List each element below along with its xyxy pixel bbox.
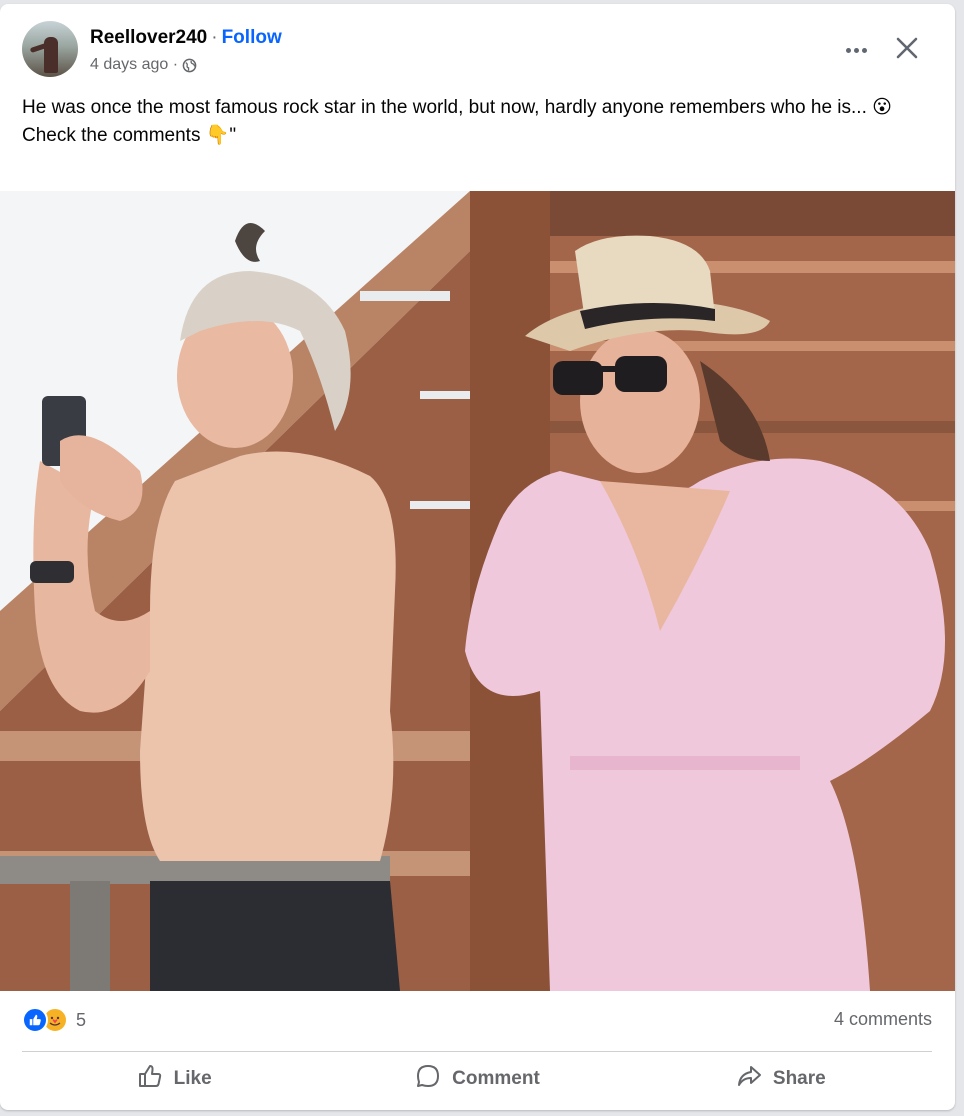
share-button[interactable]: Share — [629, 1056, 932, 1102]
like-button[interactable]: Like — [22, 1056, 325, 1102]
comment-button[interactable]: Comment — [325, 1056, 628, 1102]
comment-label: Comment — [452, 1068, 540, 1089]
post-actions: Like Comment Share — [22, 1056, 932, 1102]
post-text-line-2: Check the comments 👇" — [22, 125, 237, 146]
author-avatar[interactable] — [22, 21, 78, 77]
follow-button[interactable]: Follow — [222, 27, 282, 48]
comment-icon — [414, 1062, 442, 1096]
like-label: Like — [173, 1068, 212, 1089]
share-label: Share — [772, 1068, 826, 1089]
post-card: Reellover240 · Follow 4 days ago · He was … — [0, 4, 955, 1110]
photo-illustration — [0, 191, 955, 991]
globe-icon — [182, 58, 197, 73]
author-line: Reellover240 · Follow — [90, 26, 282, 50]
close-icon[interactable] — [891, 32, 923, 64]
reaction-summary[interactable]: 5 — [22, 1007, 86, 1033]
separator-dot: · — [211, 27, 218, 48]
like-reaction-icon — [22, 1007, 48, 1033]
post-text: He was once the most famous rock star in… — [22, 94, 932, 150]
comments-count[interactable]: 4 comments — [834, 1009, 932, 1030]
reaction-count: 5 — [76, 1009, 87, 1030]
share-icon — [735, 1062, 763, 1096]
actions-divider — [22, 1051, 932, 1052]
reaction-icons — [22, 1007, 68, 1033]
author-name[interactable]: Reellover240 — [90, 27, 207, 48]
post-timestamp[interactable]: 4 days ago · — [90, 56, 178, 74]
thumbs-up-icon — [136, 1062, 164, 1096]
more-options-icon[interactable] — [840, 36, 872, 64]
post-photo[interactable] — [0, 191, 955, 991]
post-meta: 4 days ago · — [90, 56, 197, 74]
post-text-line-1: He was once the most famous rock star in… — [22, 97, 892, 118]
